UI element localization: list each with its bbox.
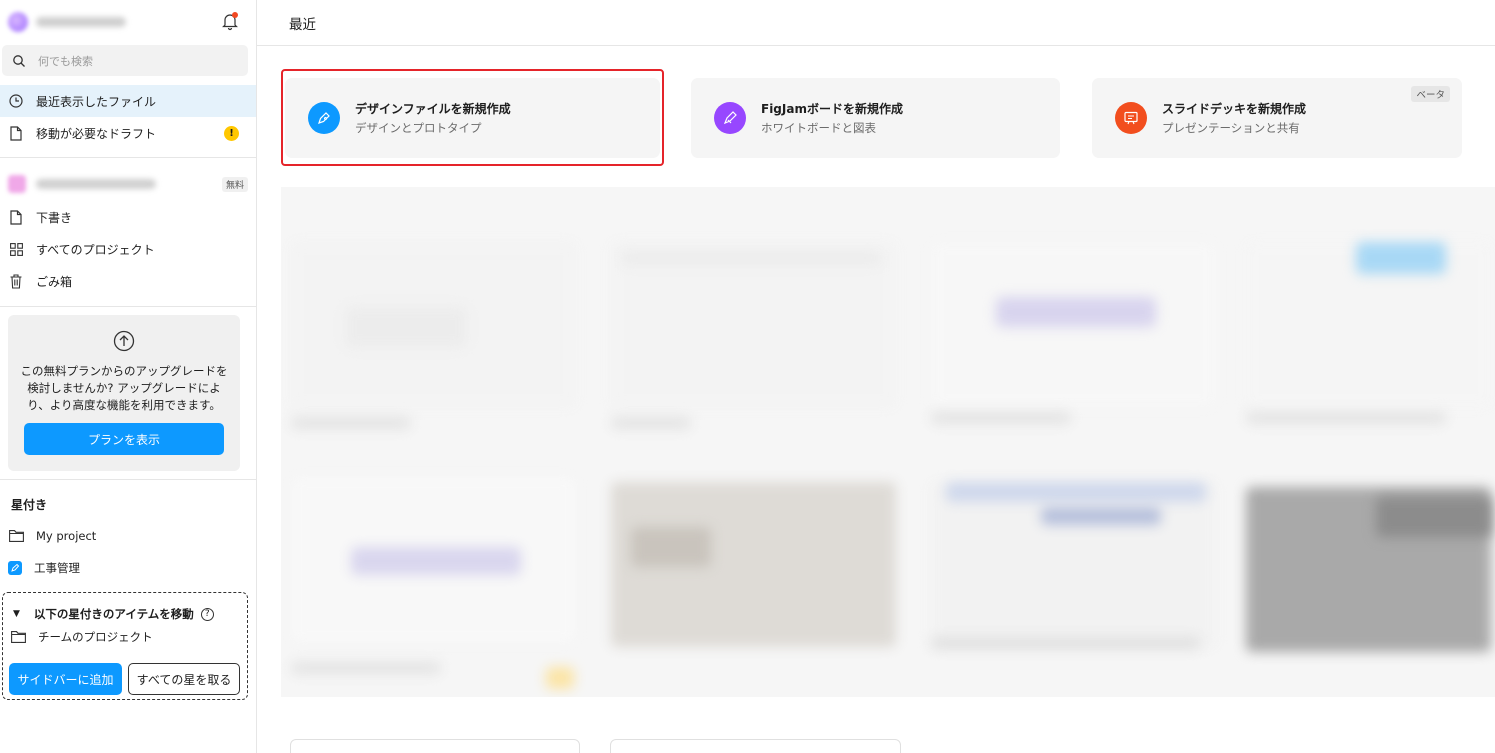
file-name-redacted [611,417,691,429]
file-name-redacted [931,412,1071,424]
move-starred-header[interactable]: ▼ 以下の星付きのアイテムを移動 ? [13,606,214,622]
thumbnail-content [1041,507,1161,525]
bottom-card[interactable] [290,739,580,753]
team-name-redacted [36,179,156,189]
move-starred-panel: ▼ 以下の星付きのアイテムを移動 ? チームのプロジェクト サイドバーに追加 す… [2,592,248,700]
sidebar-item-label: 移動が必要なドラフト [36,126,157,141]
starred-item-label: My project [36,529,97,543]
card-title: FigJamボードを新規作成 [761,102,903,116]
starred-item-label: 工事管理 [34,561,80,575]
thumbnail-content [946,482,1206,502]
sidebar-item-recent[interactable]: 最近表示したファイル [0,85,256,117]
main-content: 最近 デザインファイルを新規作成 デザインとプロトタイプ FigJamボードを新… [257,0,1495,753]
folder-icon [8,528,24,544]
thumbnail-content [1356,242,1446,274]
avatar [8,12,28,32]
figma-design-icon [8,561,22,575]
divider [0,306,256,307]
trash-icon [8,273,24,289]
account-name-redacted [36,17,126,27]
search-input[interactable]: 何でも検索 [2,45,248,76]
thumbnail-content [621,252,881,264]
upgrade-panel: この無料プランからのアップグレードを検討しませんか? アップグレードにより、より… [8,315,240,471]
sidebar-item-label: ごみ箱 [36,274,73,289]
view-plans-button[interactable]: プランを表示 [24,423,224,455]
caret-down-icon: ▼ [13,609,20,619]
file-name-redacted [291,417,411,429]
sidebar-item-all-projects[interactable]: すべてのプロジェクト [0,233,256,265]
sidebar-item-drafts[interactable]: 下書き [0,201,256,233]
team-switcher[interactable]: 無料 [8,174,248,194]
folder-icon [10,629,26,645]
figjam-marker-icon [714,102,746,134]
warning-badge: ! [224,125,239,141]
beta-badge: ベータ [1411,86,1450,102]
divider [0,157,256,158]
card-title: スライドデッキを新規作成 [1162,102,1307,116]
thumbnail-content [996,297,1156,327]
thumbnail-content [546,667,574,689]
account-switcher[interactable] [8,10,248,34]
starred-section-title: 星付き [11,498,48,512]
sidebar-item-label: すべてのプロジェクト [36,242,155,257]
add-to-sidebar-button[interactable]: サイドバーに追加 [9,663,122,695]
slides-icon [1115,102,1147,134]
unstar-all-button[interactable]: すべての星を取る [128,663,240,695]
search-icon [13,54,25,67]
starred-item-construction[interactable]: 工事管理 [8,556,248,580]
file-thumbnail[interactable] [611,242,896,407]
card-subtitle: ホワイトボードと図表 [761,121,876,135]
search-placeholder: 何でも検索 [38,54,93,68]
divider [0,479,256,480]
file-name-redacted [931,637,1201,649]
sidebar-item-drafts-to-move[interactable]: 移動が必要なドラフト ! [0,117,256,149]
sidebar: 何でも検索 最近表示したファイル 移動が必要なドラフト ! 無料 下書き すべて… [0,0,257,753]
thumbnail-content [346,307,466,347]
move-item-label: チームのプロジェクト [38,630,153,644]
notification-bell-icon[interactable] [220,11,240,31]
plan-badge: 無料 [221,177,248,192]
card-subtitle: プレゼンテーションと共有 [1162,121,1300,135]
thumbnail-content [351,547,521,575]
clock-icon [8,93,24,109]
sidebar-item-label: 最近表示したファイル [36,94,157,109]
starred-item-my-project[interactable]: My project [8,524,248,548]
recent-files-grid-blurred [281,187,1495,697]
header-divider [257,45,1495,46]
bottom-card[interactable] [610,739,901,753]
thumbnail-content [1376,497,1491,537]
move-starred-title: 以下の星付きのアイテムを移動 [33,607,194,621]
thumbnail-content [631,527,711,567]
sidebar-item-trash[interactable]: ごみ箱 [0,265,256,297]
file-icon [8,125,24,141]
team-avatar [8,175,26,193]
grid-icon [8,241,24,257]
file-icon [8,209,24,225]
file-name-redacted [1246,412,1446,424]
notification-dot [232,12,238,18]
upgrade-description: この無料プランからのアップグレードを検討しませんか? アップグレードにより、より… [20,364,228,412]
new-slide-deck-card[interactable]: スライドデッキを新規作成 プレゼンテーションと共有 ベータ [1092,78,1462,158]
file-name-redacted [291,662,441,674]
help-icon[interactable]: ? [200,607,214,621]
upgrade-arrow-icon [113,330,135,352]
page-title: 最近 [289,17,316,33]
sidebar-item-label: 下書き [36,210,73,225]
selection-highlight [281,69,664,166]
move-item-team-project[interactable]: チームのプロジェクト [10,629,153,645]
new-figjam-board-card[interactable]: FigJamボードを新規作成 ホワイトボードと図表 [691,78,1060,158]
